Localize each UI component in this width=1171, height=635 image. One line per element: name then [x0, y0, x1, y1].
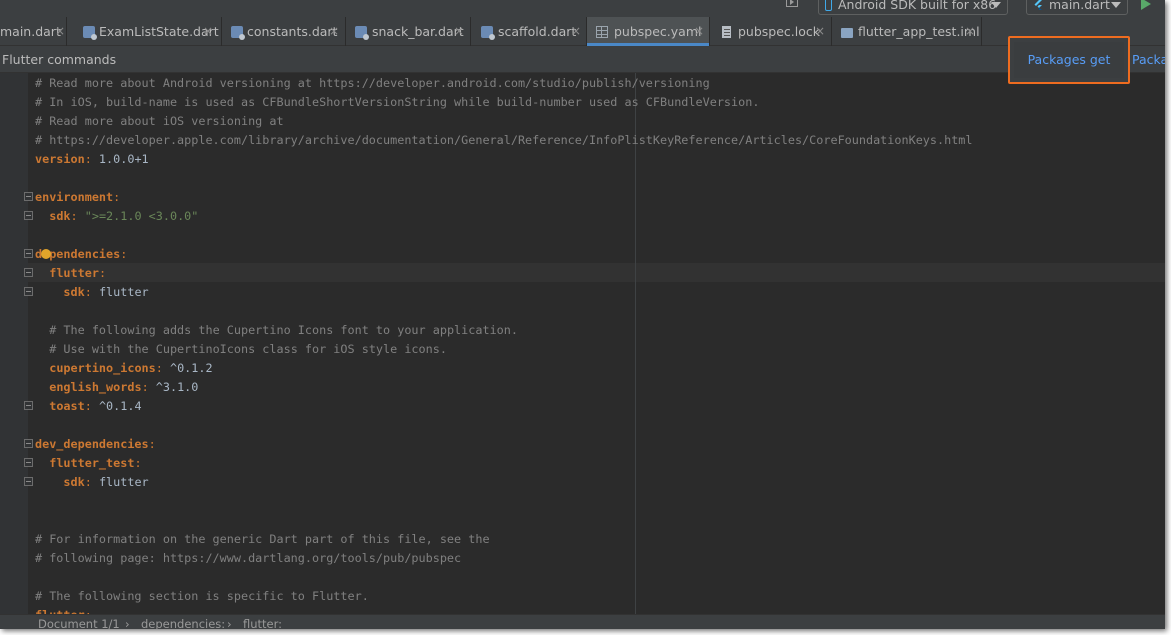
close-icon[interactable]: ×	[454, 17, 464, 46]
code-line: english_words: ^3.1.0	[49, 380, 199, 394]
yaml-file-icon	[596, 26, 608, 38]
packages-get-highlight: Packages get	[1008, 36, 1130, 84]
chevron-down-icon	[1111, 2, 1121, 8]
dart-file-icon	[481, 26, 495, 40]
tab-label: flutter_app_test.iml	[858, 24, 980, 39]
code-line: sdk: flutter	[63, 285, 149, 299]
module-file-icon	[841, 28, 853, 38]
tab-pubspec-yaml[interactable]: pubspec.yaml ×	[587, 17, 710, 46]
tab-constants-dart[interactable]: constants.dart ×	[222, 17, 346, 46]
dart-file-icon	[231, 26, 245, 40]
close-icon[interactable]: ×	[55, 17, 65, 46]
close-icon[interactable]: ×	[571, 17, 581, 46]
fold-toggle-icon[interactable]	[24, 439, 33, 448]
device-label: Android SDK built for x86	[838, 0, 997, 12]
breadcrumb-item[interactable]: dependencies:	[141, 617, 225, 629]
packages-get-button[interactable]: Packages get	[1014, 42, 1124, 78]
close-icon[interactable]: ×	[965, 17, 975, 46]
packages-get-button-frame: Packages get	[1014, 42, 1124, 78]
fold-toggle-icon[interactable]	[24, 268, 33, 277]
breadcrumb-item[interactable]: flutter:	[243, 617, 282, 629]
tab-label: main.dart	[0, 24, 61, 39]
code-line: version: 1.0.0+1	[35, 152, 149, 166]
code-line: cupertino_icons: ^0.1.2	[49, 361, 213, 375]
code-line: # For information on the generic Dart pa…	[35, 532, 490, 546]
close-icon[interactable]: ×	[329, 17, 339, 46]
device-selector[interactable]: Android SDK built for x86	[818, 0, 1008, 15]
code-line: dev_dependencies:	[35, 437, 156, 451]
config-label: main.dart	[1049, 0, 1110, 12]
tab-main-dart[interactable]: main.dart ×	[0, 17, 67, 46]
code-line: toast: ^0.1.4	[49, 399, 142, 413]
tab-pubspec-lock[interactable]: pubspec.lock ×	[710, 17, 832, 46]
tab-label: constants.dart	[247, 24, 338, 39]
fold-toggle-icon[interactable]	[24, 458, 33, 467]
code-line: sdk: flutter	[63, 475, 149, 489]
packages-upgrade-link[interactable]: Packages upgrade	[1132, 46, 1165, 73]
console-icon[interactable]	[786, 0, 798, 7]
fold-toggle-icon[interactable]	[24, 211, 33, 220]
ide-window: Android SDK built for x86 main.dart main…	[0, 0, 1165, 629]
caret-row-highlight	[28, 263, 1165, 282]
close-icon[interactable]: ×	[694, 17, 704, 46]
code-line: # The following section is specific to F…	[35, 589, 369, 603]
fold-toggle-icon[interactable]	[24, 477, 33, 486]
tab-scaffold-dart[interactable]: scaffold.dart ×	[471, 17, 587, 46]
tab-examliststate-dart[interactable]: ExamListState.dart ×	[67, 17, 222, 46]
fold-toggle-icon[interactable]	[24, 192, 33, 201]
code-line: sdk: ">=2.1.0 <3.0.0"	[49, 209, 199, 223]
code-line: environment:	[35, 190, 121, 204]
lightbulb-icon[interactable]	[41, 249, 51, 259]
code-line: # https://developer.apple.com/library/ar…	[35, 133, 973, 147]
code-line: # The following adds the Cupertino Icons…	[49, 323, 518, 337]
code-line: # Read more about iOS versioning at	[35, 114, 284, 128]
fold-toggle-icon[interactable]	[24, 287, 33, 296]
code-line: # Use with the CupertinoIcons class for …	[49, 342, 447, 356]
close-icon[interactable]: ×	[815, 17, 825, 46]
breadcrumb: Document 1/1 › dependencies: › flutter:	[0, 614, 1165, 629]
fold-toggle-icon[interactable]	[24, 401, 33, 410]
breadcrumb-item[interactable]: Document 1/1	[38, 617, 120, 629]
breadcrumb-separator: ›	[227, 617, 232, 629]
tab-flutter-app-test-iml[interactable]: flutter_app_test.iml ×	[832, 17, 982, 46]
file-icon	[722, 26, 731, 38]
code-line: # following page: https://www.dartlang.o…	[35, 551, 462, 565]
editor-tab-bar: main.dart × ExamListState.dart × constan…	[0, 17, 1165, 46]
chevron-down-icon	[991, 2, 1001, 8]
tab-label: pubspec.yaml	[614, 24, 702, 39]
code-line: flutter:	[49, 266, 107, 280]
close-icon[interactable]: ×	[203, 17, 213, 46]
editor-gutter	[0, 73, 28, 614]
breadcrumb-separator: ›	[125, 617, 130, 629]
tab-label: snack_bar.dart	[372, 24, 464, 39]
code-line: flutter:	[35, 606, 92, 614]
main-toolbar: Android SDK built for x86 main.dart	[0, 0, 1165, 17]
code-line: # Read more about Android versioning at …	[35, 76, 710, 90]
run-icon[interactable]	[1141, 0, 1151, 10]
code-line: # In iOS, build-name is used as CFBundle…	[35, 95, 760, 109]
tab-label: ExamListState.dart	[99, 24, 219, 39]
dart-file-icon	[83, 26, 97, 40]
code-line: flutter_test:	[49, 456, 142, 470]
flutter-commands-title: Flutter commands	[2, 52, 117, 67]
code-editor[interactable]: # Read more about Android versioning at …	[0, 73, 1165, 614]
run-config-selector[interactable]: main.dart	[1026, 0, 1128, 15]
tab-label: scaffold.dart	[498, 24, 577, 39]
tab-snack-bar-dart[interactable]: snack_bar.dart ×	[346, 17, 471, 46]
flutter-commands-bar: Flutter commands Packages upgrade	[0, 46, 1165, 73]
phone-icon	[825, 0, 832, 11]
flutter-icon	[1034, 0, 1042, 10]
dart-file-icon	[355, 26, 369, 40]
fold-toggle-icon[interactable]	[24, 249, 33, 258]
tab-label: pubspec.lock	[738, 24, 821, 39]
right-margin-guide	[635, 73, 636, 614]
